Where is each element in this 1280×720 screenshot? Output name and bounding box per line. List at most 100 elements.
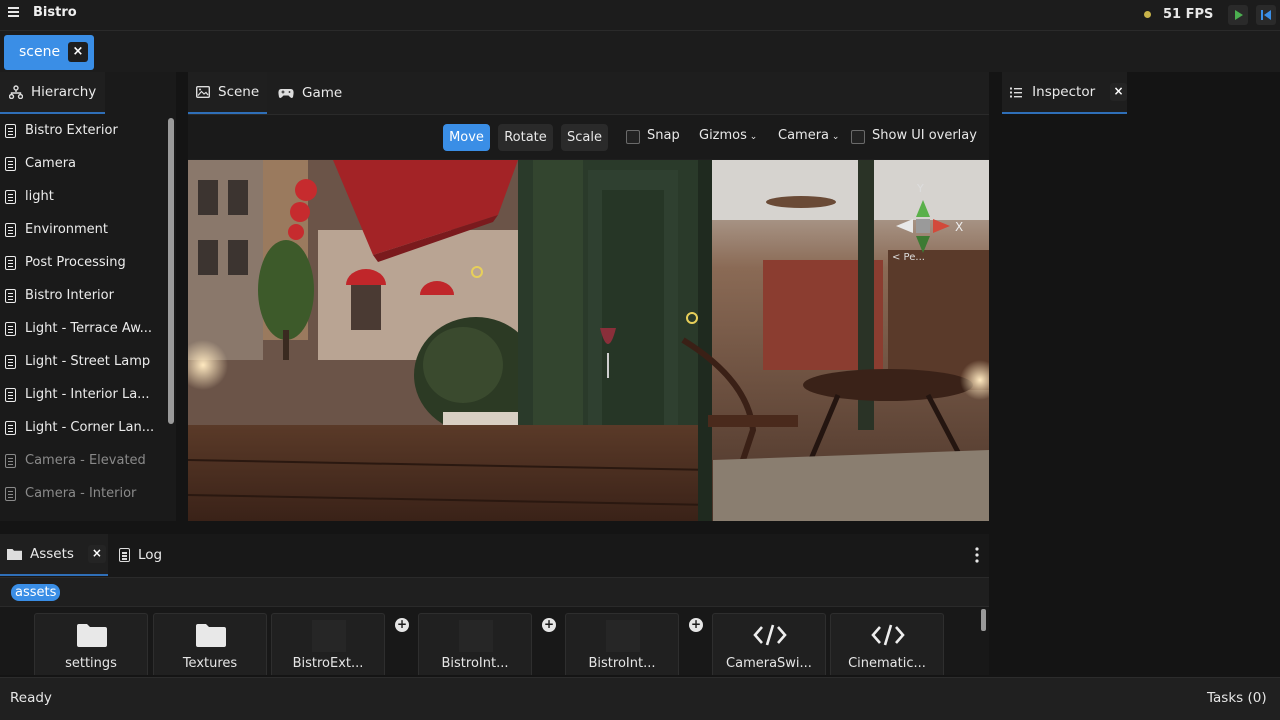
hierarchy-item[interactable]: Camera - Elevated [0, 444, 164, 477]
folder-icon [196, 624, 226, 647]
skip-back-icon [1261, 10, 1271, 20]
folder-icon [77, 624, 107, 647]
hierarchy-list: Bistro Exterior Camera light Environment… [0, 114, 166, 521]
hamburger-menu-icon[interactable] [8, 7, 20, 19]
hierarchy-item[interactable]: Light - Terrace Aw... [0, 312, 164, 345]
gizmos-dropdown[interactable]: Gizmos ⌄ [699, 128, 757, 143]
hierarchy-item-label: light [25, 189, 54, 204]
document-icon [5, 189, 16, 204]
tab-hierarchy[interactable]: Hierarchy [0, 72, 105, 114]
rotate-tool-button[interactable]: Rotate [498, 124, 553, 151]
tab-log-label: Log [138, 547, 163, 563]
asset-item[interactable]: settings [34, 613, 148, 675]
status-bar [0, 677, 1280, 720]
tab-log[interactable]: Log [110, 534, 174, 576]
assets-path-bar [0, 577, 989, 607]
chevron-down-icon: ⌄ [746, 132, 758, 142]
scale-tool-button[interactable]: Scale [561, 124, 608, 151]
asset-item[interactable]: BistroInt... [565, 613, 679, 675]
play-button[interactable] [1228, 5, 1248, 25]
hierarchy-item-label: Light - Street Lamp [25, 354, 151, 369]
model-thumbnail [312, 620, 346, 652]
hierarchy-item[interactable]: Environment [0, 213, 164, 246]
tab-assets-label: Assets [30, 546, 74, 562]
more-options-icon[interactable] [970, 545, 984, 565]
document-icon [5, 354, 16, 369]
scene-document-tab-label: scene [19, 44, 61, 60]
tab-assets[interactable]: Assets × [0, 534, 108, 576]
asset-item-label: BistroExt... [292, 656, 364, 671]
hierarchy-item[interactable]: Camera [0, 147, 164, 180]
fps-counter: 51 FPS [1163, 7, 1214, 22]
document-icon [5, 321, 16, 336]
expand-asset-icon[interactable]: + [689, 618, 703, 632]
gizmo-y-label: Y [916, 182, 924, 195]
camera-dropdown-label: Camera [778, 128, 830, 143]
step-button[interactable] [1256, 5, 1276, 25]
tab-scene[interactable]: Scene [188, 72, 267, 114]
gizmo-x-label: X [955, 220, 963, 234]
folder-icon [7, 549, 22, 560]
breadcrumb-assets[interactable]: assets [11, 584, 61, 601]
scene-document-tab[interactable]: scene × [4, 35, 94, 70]
hierarchy-item[interactable]: Light - Interior La... [0, 378, 164, 411]
move-tool-button[interactable]: Move [443, 124, 490, 151]
gizmo-projection-label[interactable]: < Pe... [892, 252, 925, 263]
top-bar [0, 0, 1280, 31]
hierarchy-item[interactable]: Light - Corner Lan... [0, 411, 164, 444]
tab-inspector[interactable]: Inspector × [1002, 72, 1127, 114]
tab-inspector-label: Inspector [1032, 84, 1096, 100]
asset-item[interactable]: BistroInt... [418, 613, 532, 675]
asset-item[interactable]: CameraSwi... [712, 613, 826, 675]
asset-item[interactable]: Cinematic... [830, 613, 944, 675]
asset-item[interactable]: BistroExt... [271, 613, 385, 675]
document-icon [5, 222, 16, 237]
asset-item-label: Cinematic... [848, 656, 926, 671]
asset-item[interactable]: Textures [153, 613, 267, 675]
tab-game-label: Game [302, 85, 343, 101]
camera-dropdown[interactable]: Camera ⌄ [778, 128, 839, 143]
document-icon [5, 123, 16, 138]
assets-scrollbar[interactable] [981, 609, 986, 631]
document-icon [119, 548, 130, 562]
expand-asset-icon[interactable]: + [395, 618, 409, 632]
status-text: Ready [10, 690, 52, 706]
inspector-panel [1002, 72, 1127, 521]
close-assets-button[interactable]: × [87, 545, 106, 563]
hierarchy-item-label: Light - Corner Lan... [25, 420, 155, 435]
chevron-down-icon: ⌄ [829, 132, 840, 142]
hierarchy-item[interactable]: Bistro Interior [0, 279, 164, 312]
hierarchy-item-label: Camera - Interior [25, 486, 137, 501]
asset-item-label: BistroInt... [588, 656, 656, 671]
gamepad-icon [278, 89, 294, 98]
hierarchy-scrollbar[interactable] [168, 118, 174, 424]
hierarchy-item-label: Post Processing [25, 255, 126, 270]
scene-viewport[interactable]: Y X < Pe... [188, 160, 989, 521]
show-ui-overlay-checkbox[interactable] [851, 130, 865, 144]
asset-item-label: settings [65, 656, 117, 671]
snap-checkbox[interactable] [626, 130, 640, 144]
document-icon [5, 288, 16, 303]
hierarchy-icon [9, 85, 23, 99]
tasks-counter[interactable]: Tasks (0) [1207, 690, 1267, 706]
document-icon [5, 387, 16, 402]
hierarchy-item[interactable]: light [0, 180, 164, 213]
close-scene-tab-button[interactable]: × [68, 42, 88, 62]
hierarchy-item[interactable]: Light - Street Lamp [0, 345, 164, 378]
list-icon [1010, 87, 1023, 97]
hierarchy-item[interactable]: Bistro Exterior [0, 114, 164, 147]
app-title: Bistro [33, 5, 77, 20]
hierarchy-item[interactable]: Post Processing [0, 246, 164, 279]
close-inspector-button[interactable]: × [1110, 83, 1127, 101]
hierarchy-item[interactable]: Camera - Interior [0, 477, 164, 510]
hierarchy-item-label: Environment [25, 222, 109, 237]
asset-item-label: Textures [182, 656, 238, 671]
document-icon [5, 255, 16, 270]
hierarchy-item-label: Bistro Exterior [25, 123, 118, 138]
image-icon [196, 86, 210, 98]
expand-asset-icon[interactable]: + [542, 618, 556, 632]
document-icon [5, 420, 16, 435]
hierarchy-item-label: Bistro Interior [25, 288, 114, 303]
gizmos-dropdown-label: Gizmos [699, 128, 747, 143]
tab-game[interactable]: Game [272, 72, 350, 114]
